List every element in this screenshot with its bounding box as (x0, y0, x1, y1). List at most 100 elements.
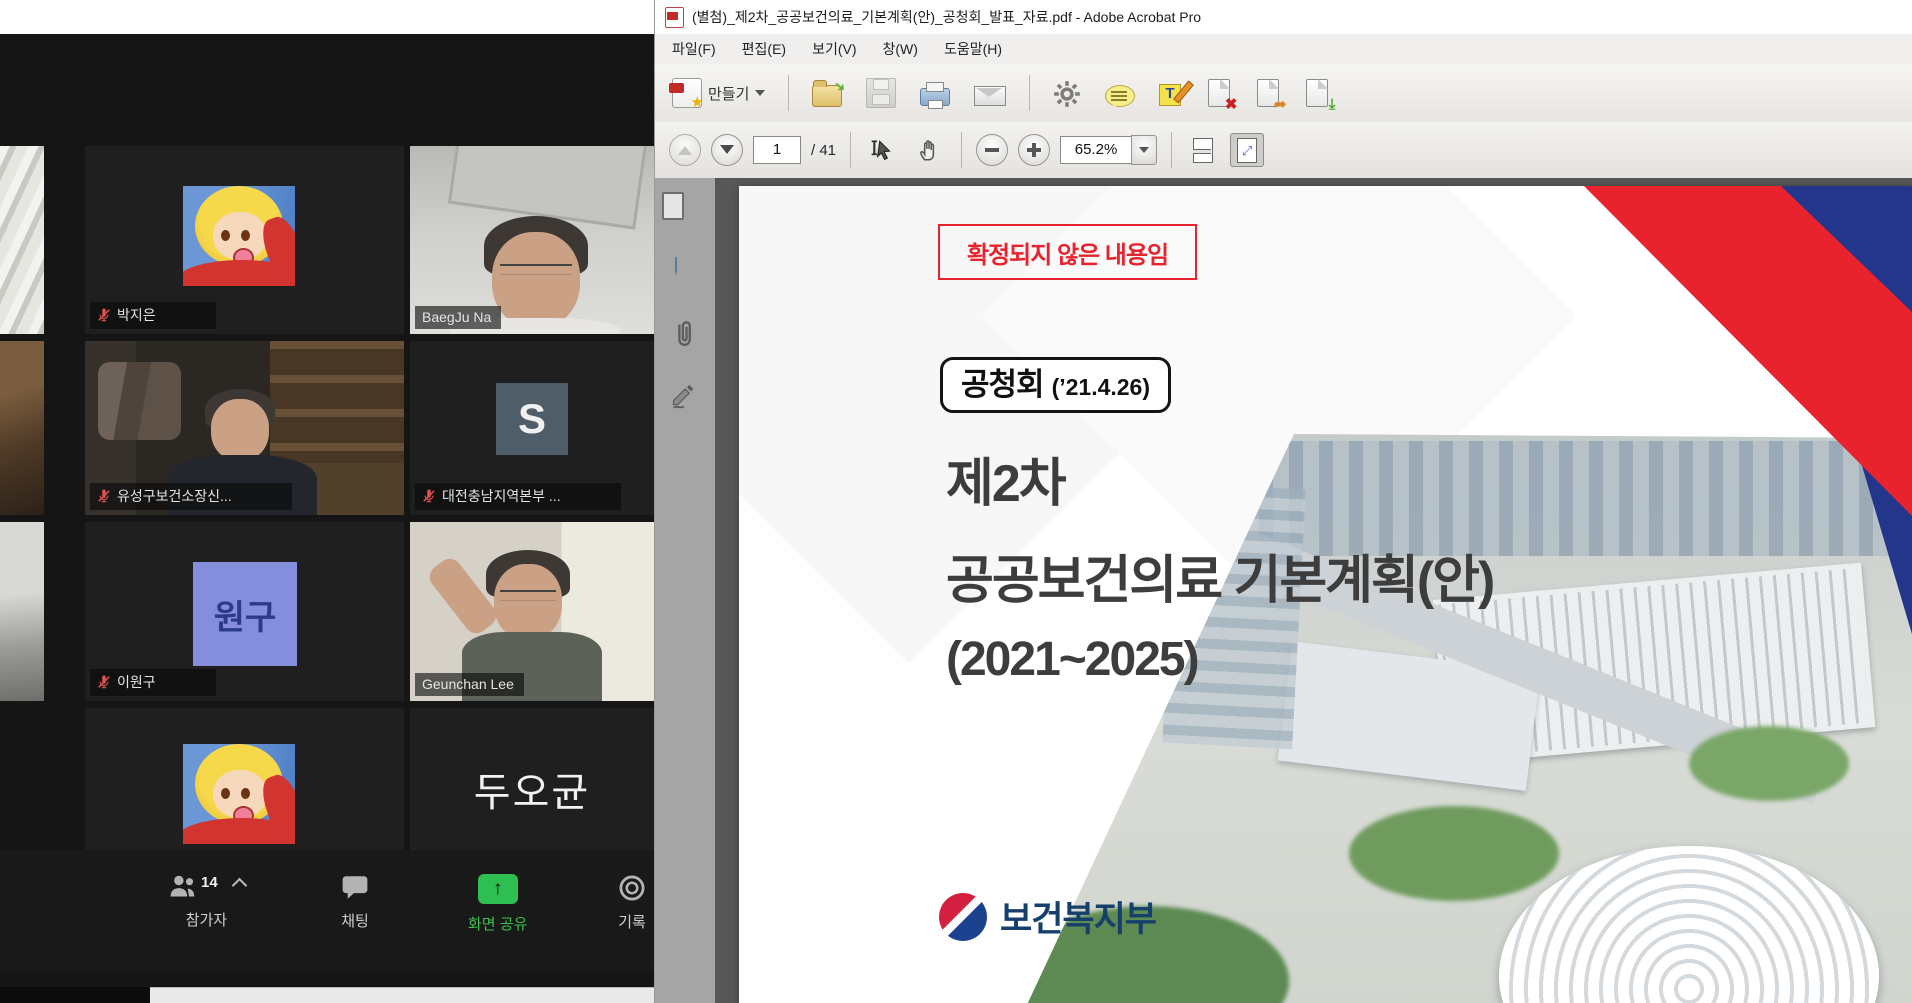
participant-name: 이원구 (117, 672, 156, 692)
letter-avatar: S (496, 383, 568, 455)
participant-name: 대전충남지역본부 ... (442, 486, 561, 506)
delete-page-icon (1208, 79, 1230, 107)
video-tile-geunchan-lee[interactable]: Geunchan Lee (410, 522, 654, 701)
delete-pages-button[interactable] (1200, 75, 1235, 111)
extract-pages-button[interactable] (1249, 75, 1284, 111)
zoom-in-button[interactable] (1018, 134, 1050, 166)
record-label: 기록 (618, 911, 646, 932)
text-avatar: 원구 (193, 562, 297, 666)
scrolling-view-button[interactable] (1186, 133, 1220, 167)
video-tile-parkjieun-1[interactable]: 박지은 (85, 146, 404, 334)
acrobat-window: (별첨)_제2차_공공보건의료_기본계획(안)_공청회_발표_자료.pdf - … (654, 0, 1912, 1003)
dropdown-caret-icon (755, 90, 765, 96)
video-tile-partial[interactable] (0, 146, 44, 334)
anime-avatar (183, 744, 295, 844)
create-pdf-button[interactable]: 만들기 (667, 74, 770, 112)
menu-file[interactable]: 파일(F) (659, 34, 729, 64)
mic-muted-icon (97, 308, 111, 322)
video-tile-partial[interactable] (0, 341, 44, 515)
participant-name: Geunchan Lee (422, 676, 514, 692)
window-title: (별첨)_제2차_공공보건의료_기본계획(안)_공청회_발표_자료.pdf - … (692, 7, 1201, 27)
menu-view[interactable]: 보기(V) (799, 34, 869, 64)
create-pdf-icon (672, 78, 702, 108)
bookmarks-icon (675, 257, 677, 276)
video-tile-daejeon[interactable]: S 대전충남지역본부 ... (410, 341, 654, 515)
hand-tool-button[interactable] (911, 133, 947, 167)
signature-pen-icon (670, 382, 698, 410)
taskbar-strip (0, 987, 654, 1003)
participants-button[interactable]: 14 참가자 (168, 874, 245, 930)
email-button[interactable] (969, 76, 1011, 110)
participant-name-tag: BaegJu Na (415, 306, 501, 329)
print-icon (920, 88, 950, 106)
participant-name-tag: Geunchan Lee (415, 673, 524, 696)
participant-name: 박지은 (117, 305, 156, 325)
save-button[interactable] (861, 74, 901, 112)
menu-window[interactable]: 창(W) (870, 34, 931, 64)
open-file-button[interactable] (807, 75, 847, 111)
zoom-dropdown-button[interactable] (1131, 135, 1157, 165)
participants-icon (168, 874, 198, 900)
create-pdf-label: 만들기 (708, 83, 749, 104)
gear-icon (1053, 80, 1081, 108)
zoom-level-input[interactable]: 65.2% (1060, 136, 1131, 164)
mic-muted-icon (97, 675, 111, 689)
select-cursor-icon (870, 137, 896, 163)
mic-muted-icon (97, 489, 111, 503)
acrobat-page-nav-bar: 1 / 41 65.2% (655, 122, 1912, 179)
participant-name-tag: 박지은 (90, 302, 216, 329)
participant-name-tag: 대전충남지역본부 ... (415, 483, 621, 510)
export-pdf-button[interactable] (1298, 75, 1333, 111)
acrobat-title-bar[interactable]: (별첨)_제2차_공공보건의료_기본계획(안)_공청회_발표_자료.pdf - … (655, 0, 1912, 34)
highlight-text-button[interactable] (1154, 76, 1186, 110)
next-page-button[interactable] (711, 134, 743, 166)
mic-muted-icon (422, 489, 436, 503)
print-button[interactable] (915, 76, 955, 110)
page-thumbnails-icon (678, 194, 682, 215)
pdf-page: 확정되지 않은 내용임 공청회 (’21.4.26) 제2차 공공보건의료 기본… (739, 186, 1912, 1003)
highlight-text-icon (1159, 84, 1181, 106)
record-button[interactable]: 기록 (618, 874, 646, 932)
chat-button[interactable]: 채팅 (341, 874, 369, 931)
page-thumbnails-button[interactable] (670, 196, 700, 228)
video-tile-partial[interactable] (0, 522, 44, 701)
anime-avatar (183, 186, 295, 286)
hearing-label: 공청회 (961, 360, 1044, 410)
fit-page-button[interactable]: ⤢ (1230, 133, 1264, 167)
chevron-up-icon[interactable] (231, 878, 247, 894)
participants-label: 참가자 (186, 909, 227, 930)
menu-help[interactable]: 도움말(H) (931, 34, 1015, 64)
select-tool-button[interactable] (865, 133, 901, 167)
menu-edit[interactable]: 편집(E) (729, 34, 799, 64)
zoom-meeting-window: 박지은 BaegJu Na (0, 34, 654, 987)
video-tile-yuseong[interactable]: 유성구보건소장신... (85, 341, 404, 515)
participant-name-tag: 유성구보건소장신... (90, 483, 292, 510)
page-number-input[interactable]: 1 (753, 136, 801, 164)
signatures-button[interactable] (670, 382, 700, 414)
paperclip-icon (670, 320, 698, 350)
slide-title-line1: 제2차 (946, 441, 1065, 516)
save-icon (866, 78, 896, 108)
zoom-out-button[interactable] (976, 134, 1008, 166)
acrobat-document-area[interactable]: 확정되지 않은 내용임 공청회 (’21.4.26) 제2차 공공보건의료 기본… (715, 178, 1912, 1003)
share-screen-button[interactable]: ↑ 화면 공유 (468, 874, 527, 934)
scrolling-view-icon (1193, 138, 1213, 163)
video-tile-leewongu[interactable]: 원구 이원구 (85, 522, 404, 701)
slide-title-line3: (2021~2025) (946, 632, 1198, 687)
participant-big-name: 두오균 (410, 760, 654, 818)
email-icon (974, 86, 1006, 106)
previous-page-button[interactable] (669, 134, 701, 166)
attachments-button[interactable] (670, 320, 700, 352)
video-tile-baegju-na-active-speaker[interactable]: BaegJu Na (410, 146, 654, 334)
acrobat-toolbar: 만들기 (655, 64, 1912, 123)
draft-notice-box: 확정되지 않은 내용임 (938, 224, 1197, 280)
comment-button[interactable] (1100, 76, 1140, 111)
bookmarks-button[interactable] (670, 258, 700, 290)
hand-tool-icon (916, 137, 942, 163)
comment-bubble-icon (1105, 85, 1135, 107)
participants-count: 14 (201, 874, 218, 891)
slide-title-line2: 공공보건의료 기본계획(안) (946, 538, 1493, 613)
hearing-date: (’21.4.26) (1052, 374, 1150, 401)
preferences-button[interactable] (1048, 74, 1086, 112)
zoom-control-bar: 14 참가자 채팅 ↑ 화면 공유 기록 (0, 850, 654, 971)
